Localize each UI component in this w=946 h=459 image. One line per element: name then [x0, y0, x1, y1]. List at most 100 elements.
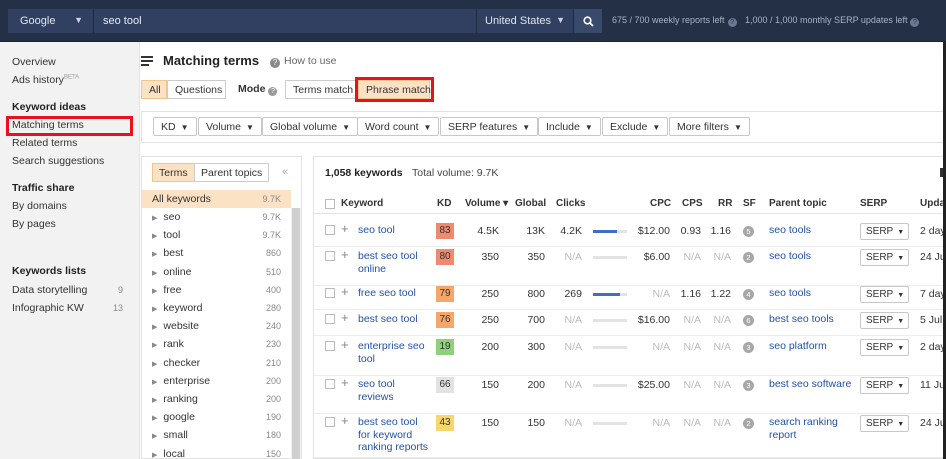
search-engine-select[interactable]: Google ▼ — [8, 9, 94, 33]
col-sf[interactable]: SF — [743, 198, 756, 209]
filter-word-count-button[interactable]: Word count ▼ — [357, 117, 440, 136]
expand-triangle-icon[interactable]: ▶ — [152, 379, 157, 386]
terms-scrollbar[interactable] — [291, 208, 301, 459]
serp-button[interactable]: SERP ▼ — [860, 249, 909, 266]
country-select[interactable]: United States ▼ — [477, 9, 574, 33]
all-keywords-item[interactable]: All keywords 9.7K — [152, 192, 281, 210]
sidebar-item-search-suggestions[interactable]: Search suggestions — [12, 155, 104, 167]
expand-triangle-icon[interactable]: ▶ — [152, 233, 157, 240]
add-to-list-icon[interactable]: + — [341, 222, 349, 235]
keyword-link[interactable]: seo tool reviews — [358, 378, 430, 403]
expand-triangle-icon[interactable]: ▶ — [152, 251, 157, 258]
add-to-list-icon[interactable]: + — [341, 376, 349, 389]
row-checkbox[interactable] — [325, 288, 335, 298]
sidebar-item-list[interactable]: Infographic KW — [12, 302, 84, 314]
add-to-list-icon[interactable]: + — [341, 248, 349, 261]
filter-kd-button[interactable]: KD ▼ — [153, 117, 197, 136]
serp-button[interactable]: SERP ▼ — [860, 223, 909, 240]
term-row[interactable]: ▶ keyword 280 — [152, 301, 281, 319]
expand-triangle-icon[interactable]: ▶ — [152, 288, 157, 295]
menu-icon[interactable] — [141, 56, 153, 66]
col-volume[interactable]: Volume ▾ — [465, 198, 508, 209]
add-to-list-icon[interactable]: + — [341, 414, 349, 427]
keyword-link[interactable]: seo tool — [358, 224, 430, 237]
how-to-use-link[interactable]: ? How to use — [270, 55, 337, 68]
term-row[interactable]: ▶ website 240 — [152, 319, 281, 337]
serp-button[interactable]: SERP ▼ — [860, 312, 909, 329]
term-row[interactable]: ▶ tool 9.7K — [152, 228, 281, 246]
term-row[interactable]: ▶ checker 210 — [152, 356, 281, 374]
keyword-link[interactable]: best seo tool — [358, 313, 430, 326]
sidebar-item-list[interactable]: Data storytelling — [12, 284, 87, 296]
serp-button[interactable]: SERP ▼ — [860, 377, 909, 394]
parent-topic-link[interactable]: best seo software — [769, 378, 854, 391]
scrollbar-thumb[interactable] — [292, 208, 300, 459]
tab-all[interactable]: All — [141, 80, 167, 99]
expand-triangle-icon[interactable]: ▶ — [152, 270, 157, 277]
filter-global-volume-button[interactable]: Global volume ▼ — [262, 117, 359, 136]
filter-more-button[interactable]: More filters ▼ — [669, 117, 750, 136]
term-row[interactable]: ▶ free 400 — [152, 283, 281, 301]
parent-topic-link[interactable]: seo tools — [769, 287, 854, 300]
col-clicks[interactable]: Clicks — [556, 198, 585, 209]
search-button[interactable] — [574, 9, 602, 33]
keyword-link[interactable]: best seo tool for keyword ranking report… — [358, 416, 430, 454]
row-checkbox[interactable] — [325, 379, 335, 389]
add-to-list-icon[interactable]: + — [341, 311, 349, 324]
sidebar-item-ads-history[interactable]: Ads historyBETA — [12, 74, 79, 86]
col-cpc[interactable]: CPC — [650, 198, 671, 209]
serp-button[interactable]: SERP ▼ — [860, 339, 909, 356]
row-checkbox[interactable] — [325, 341, 335, 351]
expand-triangle-icon[interactable]: ▶ — [152, 433, 157, 440]
row-checkbox[interactable] — [325, 225, 335, 235]
filter-include-button[interactable]: Include ▼ — [538, 117, 601, 136]
term-row[interactable]: ▶ google 190 — [152, 410, 281, 428]
expand-triangle-icon[interactable]: ▶ — [152, 215, 157, 222]
expand-triangle-icon[interactable]: ▶ — [152, 342, 157, 349]
expand-triangle-icon[interactable]: ▶ — [152, 324, 157, 331]
expand-triangle-icon[interactable]: ▶ — [152, 306, 157, 313]
keyword-link[interactable]: free seo tool — [358, 287, 430, 300]
term-row[interactable]: ▶ best 860 — [152, 246, 281, 264]
expand-triangle-icon[interactable]: ▶ — [152, 452, 157, 459]
expand-triangle-icon[interactable]: ▶ — [152, 415, 157, 422]
tab-terms[interactable]: Terms — [152, 163, 195, 182]
sidebar-item-by-pages[interactable]: By pages — [12, 218, 56, 230]
parent-topic-link[interactable]: seo tools — [769, 224, 854, 237]
col-kd[interactable]: KD — [437, 198, 451, 209]
expand-triangle-icon[interactable]: ▶ — [152, 361, 157, 368]
term-row[interactable]: ▶ rank 230 — [152, 337, 281, 355]
col-serp[interactable]: SERP — [860, 198, 887, 209]
sidebar-item-overview[interactable]: Overview — [12, 56, 56, 68]
col-global[interactable]: Global — [515, 198, 546, 209]
parent-topic-link[interactable]: seo platform — [769, 340, 854, 353]
help-icon[interactable]: ? — [268, 87, 278, 96]
sidebar-item-related-terms[interactable]: Related terms — [12, 137, 77, 149]
tab-questions[interactable]: Questions — [167, 80, 226, 99]
filter-exclude-button[interactable]: Exclude ▼ — [602, 117, 669, 136]
col-keyword[interactable]: Keyword — [341, 198, 383, 209]
mode-terms-match-button[interactable]: Terms match — [285, 80, 356, 99]
expand-triangle-icon[interactable]: ▶ — [152, 397, 157, 404]
select-all-checkbox[interactable] — [325, 199, 335, 209]
parent-topic-link[interactable]: search ranking report — [769, 416, 854, 441]
collapse-icon[interactable]: « — [282, 166, 288, 178]
serp-button[interactable]: SERP ▼ — [860, 415, 909, 432]
row-checkbox[interactable] — [325, 314, 335, 324]
tab-parent-topics[interactable]: Parent topics — [194, 163, 270, 182]
term-row[interactable]: ▶ online 510 — [152, 265, 281, 283]
serp-button[interactable]: SERP ▼ — [860, 286, 909, 303]
add-to-list-icon[interactable]: + — [341, 285, 349, 298]
row-checkbox[interactable] — [325, 251, 335, 261]
add-to-list-icon[interactable]: + — [341, 338, 349, 351]
col-rr[interactable]: RR — [718, 198, 732, 209]
row-checkbox[interactable] — [325, 417, 335, 427]
term-row[interactable]: ▶ ranking 200 — [152, 392, 281, 410]
keyword-link[interactable]: enterprise seo tool — [358, 340, 430, 365]
term-row[interactable]: ▶ seo 9.7K — [152, 210, 281, 228]
term-row[interactable]: ▶ enterprise 200 — [152, 374, 281, 392]
info-icon[interactable]: ? — [727, 18, 737, 27]
col-parent-topic[interactable]: Parent topic — [769, 198, 827, 209]
filter-serp-features-button[interactable]: SERP features ▼ — [440, 117, 539, 136]
sidebar-item-by-domains[interactable]: By domains — [12, 200, 67, 212]
